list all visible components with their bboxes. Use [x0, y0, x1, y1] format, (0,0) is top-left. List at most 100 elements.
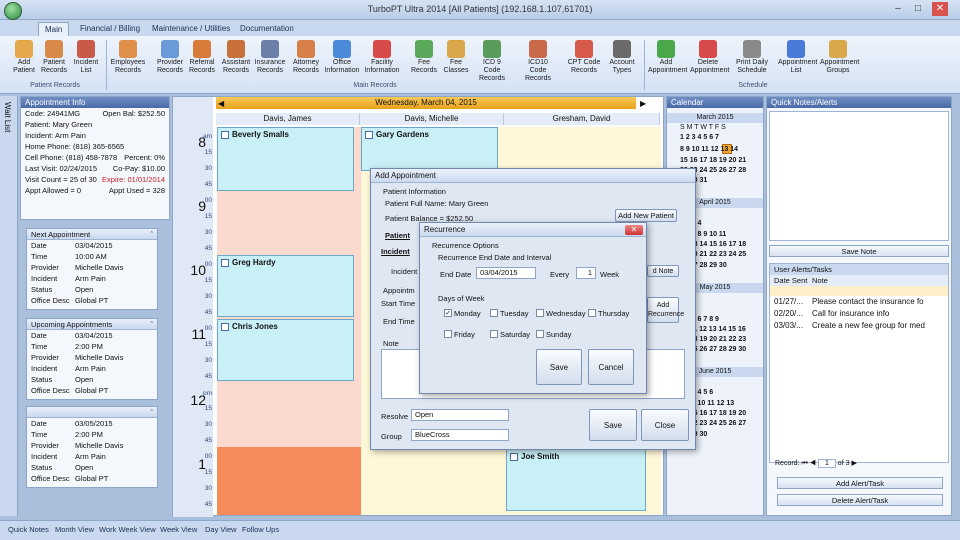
tab-main[interactable]: Main	[38, 22, 70, 36]
appointment-block[interactable]: Beverly Smalls	[217, 127, 354, 191]
tab-financial-billing[interactable]: Financial / Billing	[74, 22, 146, 36]
minute-label: 30	[204, 421, 212, 428]
delete-alert-task-button[interactable]: Delete Alert/Task	[777, 494, 943, 506]
wait-list-bar[interactable]: Wait List	[0, 96, 18, 516]
end-date-input[interactable]: 03/04/2015	[476, 267, 536, 279]
appointment-checkbox[interactable]	[221, 259, 229, 267]
sunday-checkbox[interactable]	[536, 330, 544, 338]
save-appointment-button[interactable]: Save	[589, 409, 637, 441]
appointment-block[interactable]: Chris Jones	[217, 319, 354, 381]
view-week[interactable]: Week View	[160, 525, 197, 534]
next-appointment-header[interactable]: Next Appointment ˆ	[27, 229, 157, 240]
tab-documentation[interactable]: Documentation	[234, 22, 300, 36]
view-day[interactable]: Day View	[205, 525, 237, 534]
alerts-filter-row[interactable]	[770, 286, 948, 296]
appointment-block[interactable]: Joe Smith	[506, 449, 646, 511]
calendar-week[interactable]: 1 2 3 4 5 6 7	[680, 133, 719, 143]
appointment-checkbox[interactable]	[365, 131, 373, 139]
cancel-button[interactable]: Cancel	[588, 349, 634, 385]
patient-label[interactable]: Patient	[385, 231, 410, 240]
view-work-week[interactable]: Work Week View	[99, 525, 156, 534]
appointment-block[interactable]: Greg Hardy	[217, 255, 354, 317]
calendar-week[interactable]: 8 9 10 11 12 13 14	[680, 145, 738, 155]
monday-checkbox[interactable]: ✓	[444, 309, 452, 317]
fee-classes-button[interactable]: Fee Classes	[438, 38, 474, 82]
chevron-up-icon[interactable]: ˆ	[151, 319, 154, 330]
facility-information-button[interactable]: Facility Information	[364, 38, 400, 82]
column-note[interactable]: Note	[812, 275, 828, 286]
appointment-groups-button[interactable]: Appointment Groups	[820, 38, 859, 82]
quick-notes-textarea[interactable]	[769, 111, 949, 241]
office-information-button[interactable]: Office Information	[324, 38, 360, 82]
wednesday-checkbox[interactable]	[536, 309, 544, 317]
next-record-icon[interactable]: ▶	[851, 460, 856, 467]
card-header[interactable]: ˆ	[27, 407, 157, 418]
patient-records-button[interactable]: Patient Records	[36, 38, 72, 82]
add-recurrence-button[interactable]: Add Recurrence	[647, 297, 684, 323]
delete-appointment-button[interactable]: Delete Appointment	[690, 38, 729, 82]
close-button[interactable]: Close	[641, 409, 689, 441]
save-note-button[interactable]: Save Note	[769, 245, 949, 257]
account-types-button[interactable]: Account Types	[604, 38, 640, 82]
maximize-icon[interactable]: □	[910, 2, 926, 16]
save-recurrence-button[interactable]: Save	[536, 349, 582, 385]
next-day-icon[interactable]: ▶	[640, 99, 646, 108]
icd10-code-records-button[interactable]: ICD10 Code Records	[520, 38, 556, 82]
provider-header-davis-james[interactable]: Davis, James	[216, 113, 360, 125]
icd9-code-records-button[interactable]: ICD 9 Code Records	[474, 38, 510, 82]
resolve-select[interactable]: Open	[411, 409, 509, 421]
appointment-list-button[interactable]: Appointment List	[778, 38, 817, 82]
add-appointment-button[interactable]: Add Appointment	[648, 38, 687, 82]
attorney-records-button[interactable]: Attorney Records	[288, 38, 324, 82]
tuesday-checkbox[interactable]	[490, 309, 498, 317]
add-note-button[interactable]: d Note	[647, 265, 679, 277]
thursday-checkbox[interactable]	[588, 309, 596, 317]
view-quick-notes[interactable]: Quick Notes	[8, 525, 49, 534]
tab-maintenance-utilities[interactable]: Maintenance / Utilities	[146, 22, 236, 36]
provider-header-gresham-david[interactable]: Gresham, David	[504, 113, 660, 125]
first-record-icon[interactable]: ⏮	[801, 460, 807, 467]
column-date-sent[interactable]: Date Sent	[770, 275, 812, 286]
add-new-patient-button[interactable]: Add New Patient	[615, 209, 677, 222]
insurance-records-button[interactable]: Insurance Records	[252, 38, 288, 82]
table-row[interactable]: 01/27/... Please contact the insurance fo	[770, 296, 948, 308]
saturday-checkbox[interactable]	[490, 330, 498, 338]
employees-records-button[interactable]: Employees Records	[110, 38, 146, 82]
calendar-week[interactable]: 15 16 17 18 19 20 21	[680, 156, 746, 166]
minute-label: 45	[204, 501, 212, 508]
appointment-checkbox[interactable]	[221, 323, 229, 331]
view-follow-ups[interactable]: Follow Ups	[242, 525, 279, 534]
referral-records-button[interactable]: Referral Records	[184, 38, 220, 82]
print-daily-schedule-button[interactable]: Print Daily Schedule	[734, 38, 770, 82]
appointment-label: Appointm	[383, 286, 415, 295]
ribbon-separator	[106, 40, 107, 90]
prev-day-icon[interactable]: ◀	[218, 99, 224, 108]
minimize-icon[interactable]: –	[890, 2, 906, 16]
provider-records-button[interactable]: Provider Records	[152, 38, 188, 82]
view-month[interactable]: Month View	[55, 525, 94, 534]
fee-records-button[interactable]: Fee Records	[406, 38, 442, 82]
table-row[interactable]: 03/03/... Create a new fee group for med	[770, 320, 948, 332]
table-row[interactable]: 02/20/... Call for insurance info	[770, 308, 948, 320]
group-select[interactable]: BlueCross	[411, 429, 509, 441]
appointment-checkbox[interactable]	[510, 453, 518, 461]
appointment-patient-name: Joe Smith	[521, 452, 560, 461]
record-input[interactable]: 1	[817, 459, 836, 468]
incident-label[interactable]: Incident	[381, 247, 410, 256]
appointment-block[interactable]: Gary Gardens	[361, 127, 498, 171]
cpt-code-records-button[interactable]: CPT Code Records	[566, 38, 602, 82]
title-bar: TurboPT Ultra 2014 [All Patients] (192.1…	[0, 0, 960, 20]
assistant-records-button[interactable]: Assistant Records	[218, 38, 254, 82]
provider-header-davis-michelle[interactable]: Davis, Michelle	[360, 113, 504, 125]
appointment-checkbox[interactable]	[221, 131, 229, 139]
close-icon[interactable]: ✕	[625, 225, 643, 235]
upcoming-appointments-header[interactable]: Upcoming Appointments ˆ	[27, 319, 157, 330]
chevron-up-icon[interactable]: ˆ	[151, 407, 154, 418]
incident-list-button[interactable]: Incident List	[68, 38, 104, 82]
add-alert-task-button[interactable]: Add Alert/Task	[777, 477, 943, 489]
every-input[interactable]: 1	[576, 267, 596, 279]
friday-checkbox[interactable]	[444, 330, 452, 338]
prev-record-icon[interactable]: ◀	[810, 460, 816, 467]
chevron-up-icon[interactable]: ˆ	[151, 229, 154, 240]
close-icon[interactable]: ✕	[932, 2, 948, 16]
